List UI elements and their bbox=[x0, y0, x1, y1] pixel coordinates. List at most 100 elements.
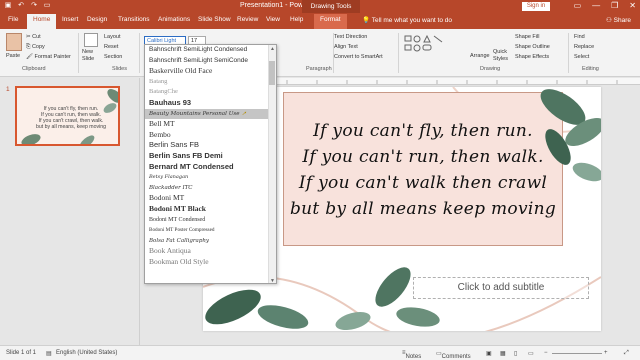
font-option[interactable]: Blackadder ITC bbox=[145, 183, 276, 194]
tab-design[interactable]: Design bbox=[87, 16, 107, 23]
font-option[interactable]: Bembo bbox=[145, 130, 276, 141]
restore-button[interactable]: ❐ bbox=[611, 1, 618, 10]
save-icon[interactable]: ▣ bbox=[4, 2, 12, 10]
reset-button[interactable]: Reset bbox=[104, 44, 118, 50]
font-option-highlighted[interactable]: Beauty Mountains Personal Use ➚ bbox=[145, 108, 276, 120]
font-option[interactable]: Bell MT bbox=[145, 119, 276, 130]
tab-file[interactable]: File bbox=[8, 16, 18, 23]
thumb-line: but by all means, keep moving bbox=[35, 124, 107, 130]
clipboard-group-label: Clipboard bbox=[22, 66, 46, 72]
font-option[interactable]: Betsy Flanagan bbox=[145, 172, 276, 183]
notes-label: Notes bbox=[405, 354, 422, 360]
font-dropdown-list[interactable]: Bahnschrift SemiLight Condensed Bahnschr… bbox=[144, 44, 277, 284]
find-button[interactable]: Find bbox=[574, 34, 585, 40]
share-label: Share bbox=[613, 17, 631, 24]
align-text-button[interactable]: Align Text bbox=[334, 44, 358, 50]
shape-fill-button[interactable]: Shape Fill bbox=[515, 34, 539, 40]
scrollbar-thumb[interactable] bbox=[269, 61, 275, 85]
context-tab-group: Drawing Tools bbox=[302, 0, 360, 13]
shape-effects-button[interactable]: Shape Effects bbox=[515, 54, 549, 60]
new-slide-button[interactable]: New Slide bbox=[82, 49, 102, 63]
language-indicator[interactable]: English (United States) bbox=[56, 350, 117, 356]
share-button[interactable]: ⚇ Share bbox=[606, 16, 631, 24]
quick-styles-button[interactable]: Quick Styles bbox=[493, 49, 511, 63]
slide-thumbnails-panel: 1 If you can't fly, then run. If you can… bbox=[0, 78, 140, 345]
paste-icon[interactable] bbox=[6, 33, 22, 51]
cut-label: Cut bbox=[32, 34, 41, 40]
proofing-icon[interactable]: ▤ bbox=[46, 350, 52, 357]
font-option[interactable]: Bodoni MT Black bbox=[145, 204, 276, 215]
font-option[interactable]: Bookman Old Style bbox=[145, 257, 276, 268]
format-painter-label: Format Painter bbox=[34, 54, 71, 60]
font-option[interactable]: Bolsa Fat Calligraphy bbox=[145, 236, 276, 247]
notes-button[interactable]: ≡ Notes bbox=[402, 350, 421, 360]
mouse-cursor-icon: ➚ bbox=[241, 110, 247, 117]
format-painter-button[interactable]: 🖌 Format Painter bbox=[26, 54, 71, 60]
shapes-gallery[interactable] bbox=[404, 34, 444, 53]
tab-review[interactable]: Review bbox=[237, 16, 258, 23]
slide-sorter-icon[interactable]: ▦ bbox=[500, 350, 506, 357]
font-option[interactable]: Bauhaus 93 bbox=[145, 98, 276, 109]
paragraph-group-label: Paragraph bbox=[306, 66, 332, 72]
leaf-cluster-top-right-icon bbox=[540, 89, 601, 182]
font-option[interactable]: Bernard MT Condensed bbox=[145, 162, 276, 173]
section-button[interactable]: Section bbox=[104, 54, 122, 60]
dropdown-scrollbar[interactable]: ▲ ▼ bbox=[268, 45, 276, 283]
font-option[interactable]: Bodoni MT Condensed bbox=[145, 215, 276, 226]
status-bar: Slide 1 of 1 ▤ English (United States) ≡… bbox=[0, 345, 640, 360]
reading-view-icon[interactable]: ▯ bbox=[514, 350, 517, 357]
font-option[interactable]: Bodoni MT bbox=[145, 193, 276, 204]
zoom-in-icon[interactable]: + bbox=[604, 350, 608, 356]
cut-button[interactable]: ✂ Cut bbox=[26, 34, 41, 40]
editing-group-label: Editing bbox=[582, 66, 599, 72]
close-button[interactable]: ✕ bbox=[629, 1, 636, 10]
slideshow-view-icon[interactable]: ▭ bbox=[528, 350, 534, 357]
shape-outline-button[interactable]: Shape Outline bbox=[515, 44, 550, 50]
scroll-down-icon[interactable]: ▼ bbox=[270, 278, 275, 283]
tab-format[interactable]: Format bbox=[314, 14, 347, 29]
tab-animations[interactable]: Animations bbox=[158, 16, 190, 23]
minimize-button[interactable]: — bbox=[592, 1, 600, 10]
title-bar: ▣ ↶ ↷ ▭ Presentation1 - PowerPoint Drawi… bbox=[0, 0, 640, 13]
subtitle-placeholder[interactable]: Click to add subtitle bbox=[413, 277, 589, 299]
font-option[interactable]: Bahnschrift SemiLight SemiConde bbox=[145, 56, 276, 67]
tab-view[interactable]: View bbox=[266, 16, 280, 23]
ribbon-display-icon[interactable]: ▭ bbox=[574, 1, 582, 10]
signin-button[interactable]: Sign in bbox=[522, 2, 550, 11]
font-option[interactable]: Berlin Sans FB bbox=[145, 140, 276, 151]
zoom-slider[interactable] bbox=[552, 353, 602, 354]
font-option[interactable]: Batang bbox=[145, 77, 276, 88]
scroll-up-icon[interactable]: ▲ bbox=[270, 46, 275, 52]
copy-button[interactable]: ⎘ Copy bbox=[26, 44, 45, 51]
font-option[interactable]: Book Antiqua bbox=[145, 246, 276, 257]
font-option[interactable]: Berlin Sans FB Demi bbox=[145, 151, 276, 162]
zoom-out-icon[interactable]: − bbox=[544, 350, 548, 356]
text-direction-button[interactable]: Text Direction bbox=[334, 34, 367, 40]
select-button[interactable]: Select bbox=[574, 54, 589, 60]
tell-me-search[interactable]: 💡 Tell me what you want to do bbox=[362, 16, 452, 24]
tab-transitions[interactable]: Transitions bbox=[118, 16, 150, 23]
slide-counter: Slide 1 of 1 bbox=[6, 350, 37, 356]
smartart-button[interactable]: Convert to SmartArt bbox=[334, 54, 383, 60]
fit-slide-icon[interactable]: ⤢ bbox=[624, 350, 629, 357]
lightbulb-icon: 💡 bbox=[362, 17, 372, 24]
paste-button[interactable]: Paste bbox=[6, 53, 20, 59]
font-option[interactable]: BatangChe bbox=[145, 87, 276, 98]
slide-thumbnail[interactable]: If you can't fly, then run. If you can't… bbox=[15, 86, 120, 146]
font-option[interactable]: Bodoni MT Poster Compressed bbox=[145, 225, 276, 236]
tab-slide-show[interactable]: Slide Show bbox=[198, 16, 231, 23]
tab-home[interactable]: Home bbox=[27, 14, 57, 29]
tab-help[interactable]: Help bbox=[290, 16, 303, 23]
replace-button[interactable]: Replace bbox=[574, 44, 594, 50]
normal-view-icon[interactable]: ▣ bbox=[486, 350, 492, 357]
arrange-button[interactable]: Arrange bbox=[470, 53, 490, 59]
redo-icon[interactable]: ↷ bbox=[30, 2, 38, 10]
slideshow-icon[interactable]: ▭ bbox=[43, 2, 51, 10]
undo-icon[interactable]: ↶ bbox=[17, 2, 25, 10]
new-slide-icon[interactable] bbox=[84, 33, 98, 47]
tab-insert[interactable]: Insert bbox=[62, 16, 78, 23]
font-option[interactable]: Baskerville Old Face bbox=[145, 66, 276, 77]
comments-button[interactable]: ▭ Comments bbox=[436, 350, 471, 360]
font-option[interactable]: Bahnschrift SemiLight Condensed bbox=[145, 45, 276, 56]
layout-button[interactable]: Layout bbox=[104, 34, 121, 40]
